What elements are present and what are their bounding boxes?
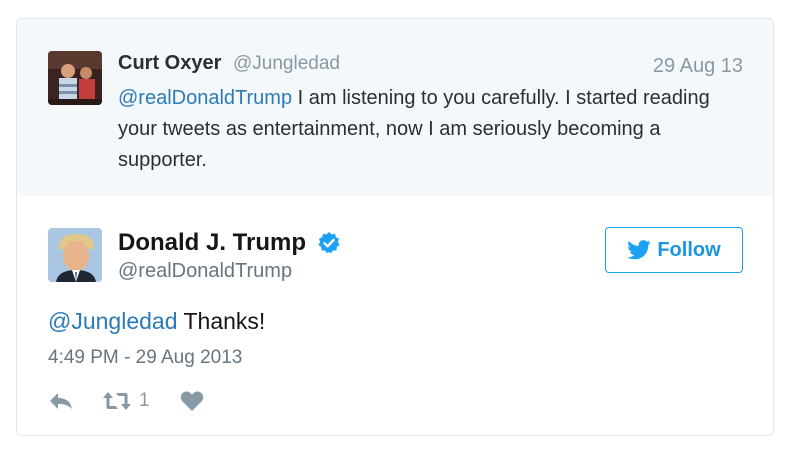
author-handle[interactable]: @realDonaldTrump — [118, 260, 292, 283]
follow-button-label: Follow — [657, 238, 721, 261]
author-avatar[interactable] — [48, 228, 102, 282]
twitter-bird-icon — [627, 240, 651, 260]
tweet-text: @Jungledad Thanks! — [48, 308, 265, 335]
parent-tweet-text: @realDonaldTrump I am listening to you c… — [118, 83, 718, 176]
like-button[interactable] — [180, 389, 204, 413]
tweet-mention-link[interactable]: @Jungledad — [48, 308, 178, 334]
parent-tweet-date[interactable]: 29 Aug 13 — [653, 55, 743, 78]
embedded-tweet-card: Curt Oxyer @Jungledad 29 Aug 13 @realDon… — [16, 18, 774, 436]
parent-author-name[interactable]: Curt Oxyer — [118, 52, 221, 75]
parent-mention-link[interactable]: @realDonaldTrump — [118, 87, 292, 109]
reply-button[interactable] — [48, 389, 74, 413]
retweet-icon — [103, 392, 131, 410]
retweet-count: 1 — [139, 390, 150, 411]
heart-icon — [180, 391, 204, 411]
parent-avatar[interactable] — [48, 51, 102, 105]
reply-icon — [50, 393, 72, 409]
parent-tweet: Curt Oxyer @Jungledad 29 Aug 13 @realDon… — [17, 19, 773, 196]
author-name[interactable]: Donald J. Trump — [118, 229, 306, 257]
tweet-body: Thanks! — [177, 308, 266, 334]
tweet-timestamp[interactable]: 4:49 PM - 29 Aug 2013 — [48, 347, 242, 369]
follow-button[interactable]: Follow — [605, 227, 743, 273]
verified-badge-icon — [317, 231, 341, 255]
retweet-button[interactable]: 1 — [103, 389, 150, 413]
parent-author-handle[interactable]: @Jungledad — [233, 53, 340, 75]
